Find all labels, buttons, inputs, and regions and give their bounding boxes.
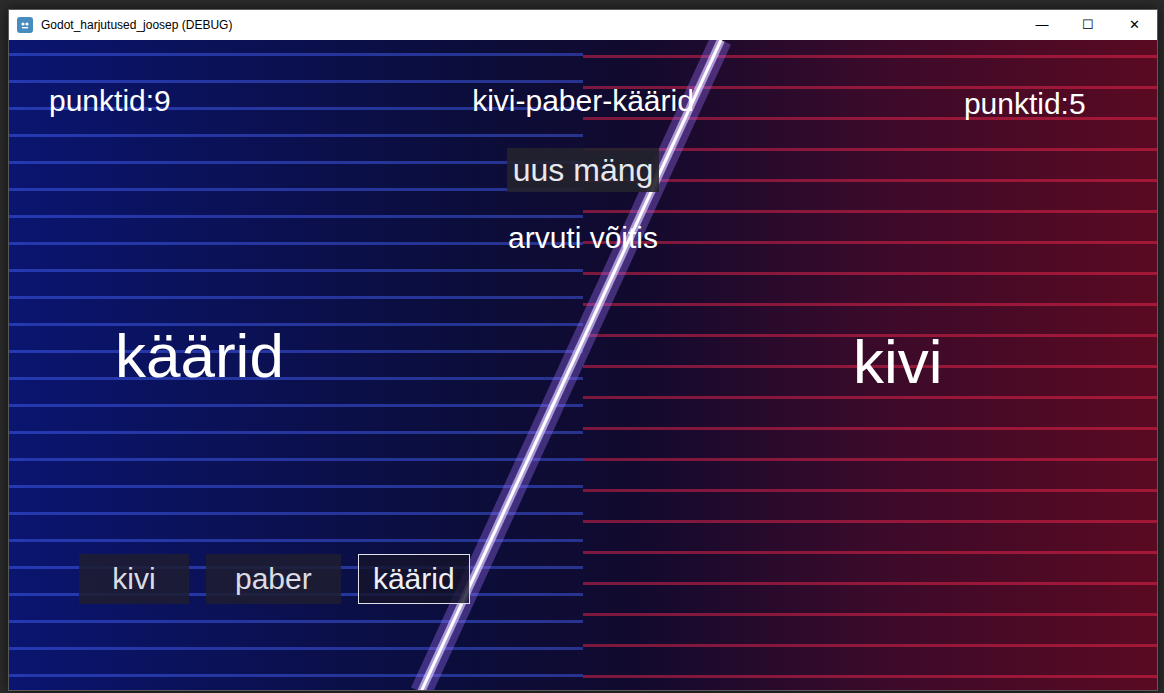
player-score: punktid:9 xyxy=(9,81,472,121)
top-row: punktid:9kivi-paber-kääridpunktid:5 xyxy=(9,40,1157,124)
choice-button[interactable]: käärid xyxy=(358,554,470,604)
game-content: punktid:9kivi-paber-kääridpunktid:5uus m… xyxy=(9,40,1157,690)
maximize-button[interactable]: ☐ xyxy=(1065,10,1111,40)
close-button[interactable]: ✕ xyxy=(1111,10,1157,40)
new-game-button[interactable]: uus mäng xyxy=(507,148,660,192)
choices-row: kääridkivi xyxy=(9,318,1157,400)
godot-icon xyxy=(17,17,33,33)
choice-button[interactable]: paber xyxy=(206,554,341,604)
window-title: Godot_harjutused_joosep (DEBUG) xyxy=(41,16,1019,34)
choice-button[interactable]: kivi xyxy=(79,554,189,604)
game-title: kivi-paber-käärid xyxy=(472,81,694,121)
center-column: uus mäng arvuti võitis xyxy=(9,124,1157,258)
title-bar: Godot_harjutused_joosep (DEBUG)—☐✕ xyxy=(9,10,1157,40)
minimize-button[interactable]: — xyxy=(1019,10,1065,40)
game-area: punktid:9kivi-paber-kääridpunktid:5uus m… xyxy=(9,40,1157,690)
result-label: arvuti võitis xyxy=(508,218,658,258)
computer-choice: kivi xyxy=(583,318,1157,400)
game-window: Godot_harjutused_joosep (DEBUG)—☐✕punkti… xyxy=(8,9,1158,691)
player-choice: käärid xyxy=(9,318,583,400)
computer-score: punktid:5 xyxy=(694,78,1157,124)
choice-buttons: kivi paber käärid xyxy=(79,554,1157,604)
